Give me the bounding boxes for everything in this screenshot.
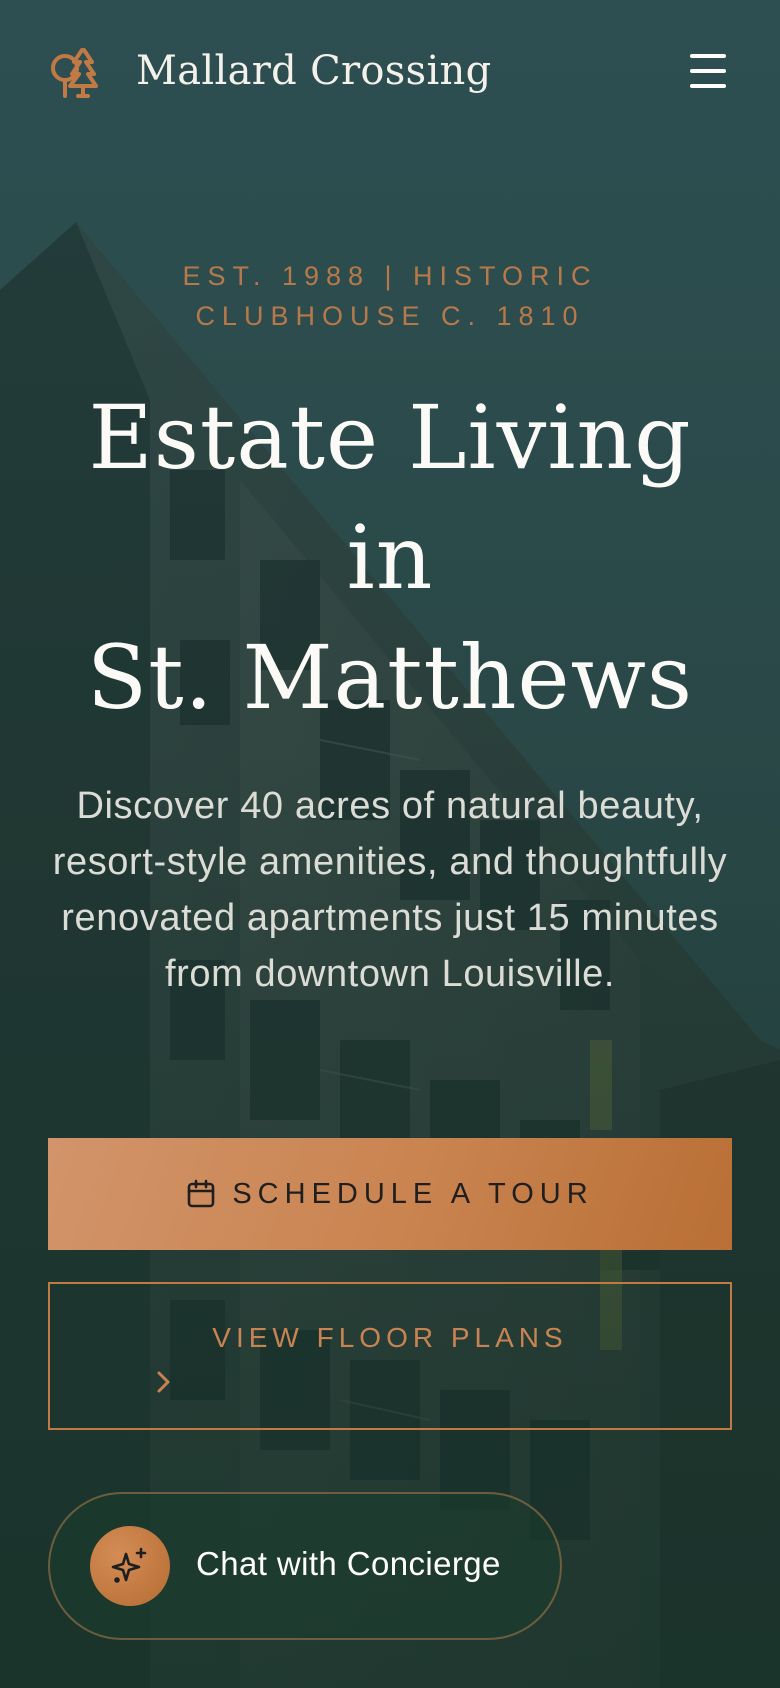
eyebrow-line: EST. 1988 | HISTORIC [182, 261, 598, 291]
hero-headline: Estate Living in St. Matthews [30, 378, 750, 738]
menu-bar [690, 69, 726, 73]
calendar-icon [188, 1179, 215, 1208]
chat-avatar [90, 1526, 170, 1606]
schedule-tour-label: SCHEDULE A TOUR [232, 1177, 594, 1210]
content: Mallard Crossing EST. 1988 | HISTORIC CL… [0, 0, 780, 1688]
eyebrow-line: CLUBHOUSE C. 1810 [195, 301, 585, 331]
hero-eyebrow: EST. 1988 | HISTORIC CLUBHOUSE C. 1810 [60, 256, 720, 336]
hamburger-menu-icon[interactable] [684, 50, 732, 92]
site-header: Mallard Crossing [0, 0, 780, 145]
schedule-tour-button[interactable]: SCHEDULE A TOUR [48, 1138, 732, 1250]
sparkles-icon [111, 1547, 147, 1583]
chat-concierge-button[interactable]: Chat with Concierge [48, 1492, 562, 1640]
menu-bar [690, 84, 726, 88]
chat-concierge-label: Chat with Concierge [196, 1545, 501, 1582]
view-floor-plans-label: VIEW FLOOR PLANS [212, 1322, 568, 1353]
headline-line: St. Matthews [86, 626, 694, 729]
brand-name[interactable]: Mallard Crossing [136, 42, 492, 100]
hero-description: Discover 40 acres of natural beauty, res… [52, 785, 728, 995]
headline-line: in [346, 506, 434, 609]
chevron-right-icon [157, 1371, 170, 1393]
trees-icon[interactable] [48, 44, 108, 102]
view-floor-plans-button[interactable]: VIEW FLOOR PLANS [48, 1282, 732, 1430]
screen: Mallard Crossing EST. 1988 | HISTORIC CL… [0, 0, 780, 1688]
headline-line: Estate Living [88, 386, 692, 489]
menu-bar [690, 54, 726, 58]
